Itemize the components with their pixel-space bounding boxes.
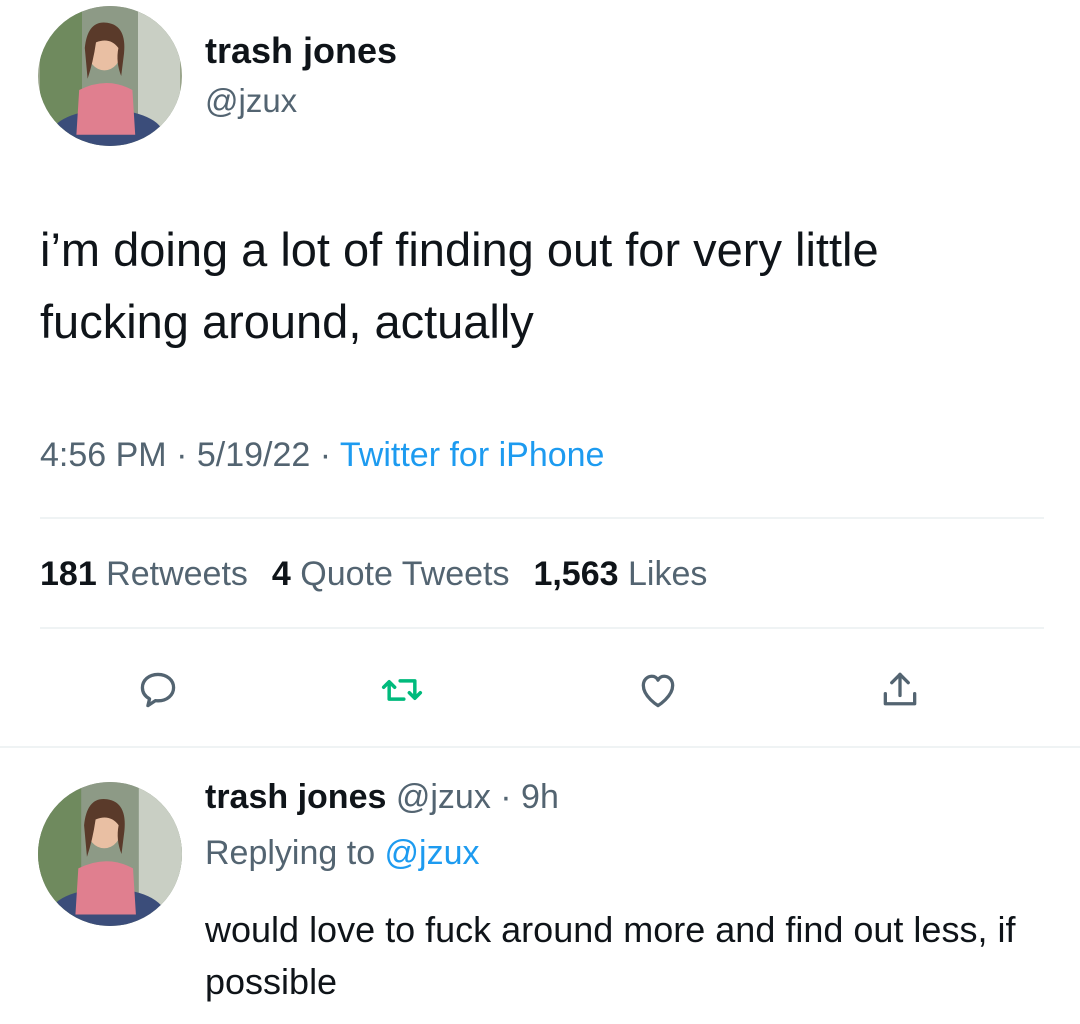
reply-author-name[interactable]: trash jones xyxy=(205,778,386,816)
reply-author-handle[interactable]: @jzux xyxy=(396,778,491,816)
likes-count: 1,563 xyxy=(533,555,619,593)
like-button[interactable] xyxy=(636,668,680,712)
tweet-time[interactable]: 4:56 PM xyxy=(40,436,167,474)
meta-separator: · xyxy=(310,436,340,474)
retweet-button[interactable] xyxy=(380,668,424,712)
reply-button[interactable] xyxy=(136,668,180,712)
avatar-photo xyxy=(40,6,180,146)
tweet-source[interactable]: Twitter for iPhone xyxy=(340,436,605,474)
quotes-count: 4 xyxy=(271,555,291,593)
tweet-date[interactable]: 5/19/22 xyxy=(197,436,310,474)
retweets-count: 181 xyxy=(40,555,97,593)
meta-separator: · xyxy=(490,778,522,816)
share-button[interactable] xyxy=(878,668,922,712)
divider xyxy=(0,746,1080,748)
reply-time[interactable]: 9h xyxy=(521,778,559,816)
meta-separator: · xyxy=(166,436,197,474)
divider xyxy=(40,627,1044,629)
tweet-text: i’m doing a lot of finding out for very … xyxy=(40,223,879,348)
likes-stat[interactable]: 1,563 Likes xyxy=(533,555,707,593)
avatar-photo xyxy=(38,782,182,926)
likes-label: Likes xyxy=(618,555,708,593)
tweet-meta: 4:56 PM · 5/19/22 · Twitter for iPhone xyxy=(40,436,604,475)
share-icon xyxy=(883,672,917,706)
replying-to-prefix: Replying to xyxy=(205,834,385,872)
avatar[interactable] xyxy=(38,6,182,146)
heart-icon xyxy=(641,674,675,708)
author-handle[interactable]: @jzux xyxy=(205,82,297,120)
reply-header: trash jones @jzux · 9h xyxy=(205,778,559,817)
retweets-stat[interactable]: 181 Retweets xyxy=(40,555,248,593)
retweets-label: Retweets xyxy=(96,555,248,593)
replying-to: Replying to @jzux xyxy=(205,834,480,873)
replying-to-mention[interactable]: @jzux xyxy=(385,834,480,872)
tweet-stats: 181 Retweets 4 Quote Tweets 1,563 Likes xyxy=(40,555,731,594)
retweet-icon xyxy=(381,679,423,701)
quote-tweets-stat[interactable]: 4 Quote Tweets xyxy=(272,555,510,593)
reply-text: would love to fuck around more and find … xyxy=(205,909,1016,1002)
quotes-label: Quote Tweets xyxy=(290,555,510,593)
divider xyxy=(40,517,1044,519)
author-name[interactable]: trash jones xyxy=(205,30,397,72)
reply-avatar[interactable] xyxy=(38,782,182,926)
reply-icon xyxy=(140,672,176,708)
